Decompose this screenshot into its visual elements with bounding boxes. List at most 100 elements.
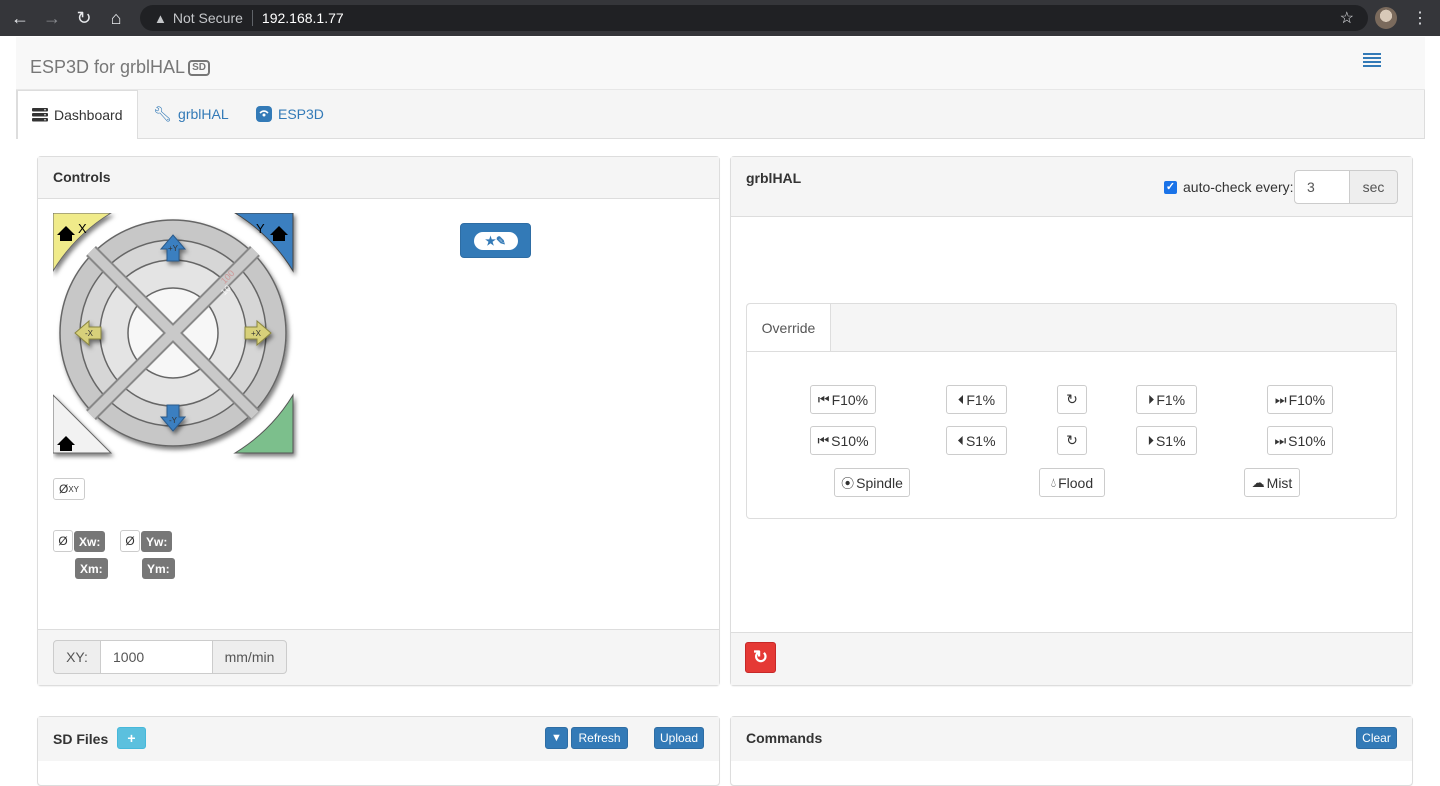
spindle-toggle-button[interactable]: ⦿ Spindle xyxy=(834,468,910,497)
grbl-title: grblHAL xyxy=(746,170,802,186)
zero-x-label: Ø xyxy=(58,534,68,548)
zero-x-button[interactable]: Ø xyxy=(53,530,73,552)
clear-button[interactable]: Clear xyxy=(1356,727,1397,749)
feedrate-input[interactable]: 1000 xyxy=(101,640,212,674)
brand[interactable]: ESP3D for grblHAL SD xyxy=(30,57,210,78)
menu-kebab-icon[interactable]: ⋮ xyxy=(1412,8,1428,28)
feed-minus-1-button[interactable]: ⏴ F1% xyxy=(946,385,1007,414)
step-forward-icon: ⏵ xyxy=(1147,391,1155,407)
ym-label: Ym: xyxy=(142,558,175,579)
autocheck-checkbox[interactable]: ✓ xyxy=(1164,181,1177,194)
button-label: S10% xyxy=(1288,432,1326,449)
feed-plus-1-button[interactable]: ⏵ F1% xyxy=(1136,385,1197,414)
tab-label: grblHAL xyxy=(178,106,229,122)
address-bar[interactable]: ▲ Not Secure 192.168.1.77 ☆ xyxy=(140,5,1368,31)
spindle-minus-1-button[interactable]: ⏴ S1% xyxy=(946,426,1007,455)
tint-icon: 💧︎ xyxy=(1050,474,1057,490)
divider xyxy=(251,10,253,26)
home-icon[interactable]: ⌂ xyxy=(100,8,132,29)
zero-y-label: Ø xyxy=(125,534,135,548)
security-label: Not Secure xyxy=(172,10,243,26)
button-label: Spindle xyxy=(856,474,903,491)
step-backward-icon: ⏴ xyxy=(957,391,965,407)
reset-icon: ↻ xyxy=(752,647,769,667)
autocheck-label: auto-check every: xyxy=(1183,179,1294,195)
spindle-reset-button[interactable]: ↻ xyxy=(1057,426,1087,455)
step-forward-icon: ⏵ xyxy=(1147,432,1154,448)
commands-panel: Commands Clear xyxy=(730,716,1413,786)
zero-xy-button[interactable]: Ø XY xyxy=(53,478,85,500)
reload-icon[interactable]: ↻ xyxy=(68,8,100,29)
button-label: Mist xyxy=(1266,474,1293,491)
feedrate-axis-label: XY: xyxy=(53,640,101,674)
controls-panel: Controls 100 10 +Y -Y +X -X X Y ★✎ Ø XY … xyxy=(37,156,720,686)
feed-minus-10-button[interactable]: ⏮ F10% xyxy=(810,385,876,414)
yw-label: Yw: xyxy=(141,531,173,552)
fast-backward-icon: ⏮ xyxy=(817,432,830,448)
fast-backward-icon: ⏮ xyxy=(817,391,830,407)
button-label: F1% xyxy=(966,391,996,408)
spindle-plus-1-button[interactable]: ⏵ S1% xyxy=(1136,426,1197,455)
esp3d-icon xyxy=(256,106,272,122)
commands-heading: Commands Clear xyxy=(731,717,1412,761)
refresh-button[interactable]: Refresh xyxy=(571,727,628,749)
dashboard-icon xyxy=(32,108,48,122)
sd-files-title: SD Files xyxy=(53,731,109,747)
warning-icon: ▲ xyxy=(154,10,167,26)
mist-toggle-button[interactable]: ☁︎ Mist xyxy=(1244,468,1300,497)
filter-icon[interactable]: ▼ xyxy=(545,727,568,749)
reset-icon: ↻ xyxy=(1066,432,1078,448)
new-folder-icon[interactable]: + xyxy=(117,727,146,749)
bookmark-star-icon[interactable]: ☆ xyxy=(1340,8,1354,28)
record-icon: ⦿ xyxy=(841,476,855,491)
zero-xy-sub: XY xyxy=(68,484,79,494)
cloud-icon: ☁︎ xyxy=(1251,474,1265,490)
flood-toggle-button[interactable]: 💧︎ Flood xyxy=(1039,468,1105,497)
tab-override[interactable]: Override xyxy=(747,304,831,352)
spindle-plus-10-button[interactable]: ⏭ S10% xyxy=(1267,426,1333,455)
upload-button[interactable]: Upload xyxy=(654,727,704,749)
jog-dial: 100 10 +Y -Y +X -X X Y xyxy=(52,212,303,463)
jog-svg: 100 10 +Y -Y +X -X X Y xyxy=(52,212,294,454)
zero-y-button[interactable]: Ø xyxy=(120,530,140,552)
tab-dashboard[interactable]: Dashboard xyxy=(17,90,138,139)
forward-icon[interactable]: → xyxy=(36,8,68,29)
profile-avatar[interactable] xyxy=(1375,7,1397,29)
hamburger-icon[interactable] xyxy=(1363,53,1381,69)
feedrate-unit: mm/min xyxy=(212,640,287,674)
button-label: S1% xyxy=(1155,432,1186,449)
plus-x-label: +X xyxy=(251,329,262,338)
reset-icon: ↻ xyxy=(1066,391,1078,407)
button-label: F10% xyxy=(1288,391,1326,408)
browser-toolbar: ← → ↻ ⌂ ▲ Not Secure 192.168.1.77 ☆ ⋮ xyxy=(0,0,1440,36)
button-label: S10% xyxy=(831,432,869,449)
controls-heading: Controls xyxy=(38,157,719,199)
feed-reset-button[interactable]: ↻ xyxy=(1057,385,1087,414)
macro-edit-button[interactable]: ★✎ xyxy=(460,223,531,258)
minus-y-label: -Y xyxy=(169,416,178,425)
soft-reset-button[interactable]: ↻ xyxy=(745,642,776,673)
home-x-label: X xyxy=(78,221,87,236)
tab-label: ESP3D xyxy=(278,106,324,122)
autocheck-unit: sec xyxy=(1350,170,1398,204)
app-navbar: ESP3D for grblHAL SD xyxy=(16,37,1425,90)
grbl-footer: ↻ xyxy=(731,632,1412,685)
main-tabs: Dashboard 🔧︎ grblHAL ESP3D xyxy=(16,90,1425,139)
commands-title: Commands xyxy=(746,730,823,746)
xm-label: Xm: xyxy=(75,558,108,579)
back-icon[interactable]: ← xyxy=(4,8,36,29)
feed-plus-10-button[interactable]: ⏭ F10% xyxy=(1267,385,1333,414)
step-backward-icon: ⏴ xyxy=(957,432,964,448)
plus-y-label: +Y xyxy=(168,244,179,253)
tab-grblhal[interactable]: 🔧︎ grblHAL xyxy=(139,90,243,138)
controls-footer: XY: 1000 mm/min xyxy=(38,629,719,685)
sd-badge: SD xyxy=(188,60,210,76)
brand-title: ESP3D for grblHAL xyxy=(30,57,186,77)
wrench-icon: 🔧︎ xyxy=(153,106,173,123)
tab-esp3d[interactable]: ESP3D xyxy=(242,90,338,138)
url-text: 192.168.1.77 xyxy=(261,10,344,26)
override-tabs: Override xyxy=(746,303,1397,352)
spindle-minus-10-button[interactable]: ⏮ S10% xyxy=(810,426,876,455)
autocheck-input[interactable]: 3 xyxy=(1294,170,1350,204)
feedrate-group: XY: 1000 mm/min xyxy=(53,640,287,674)
